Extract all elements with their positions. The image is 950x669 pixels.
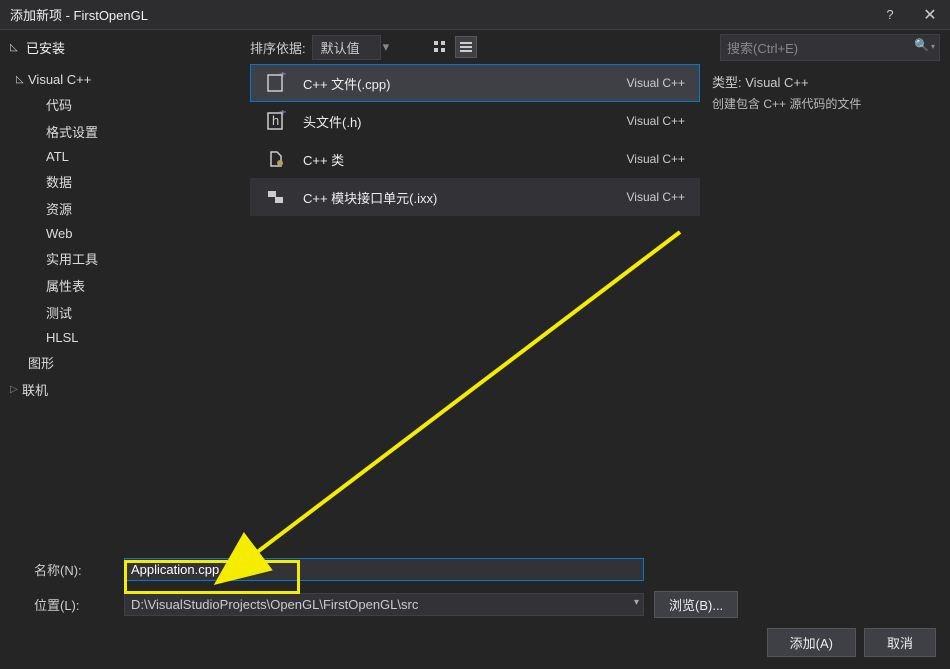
detail-panel: 类型: Visual C++ 创建包含 C++ 源代码的文件 — [700, 64, 950, 564]
sidebar-item-web[interactable]: Web — [10, 222, 250, 245]
grid-icon — [433, 40, 447, 54]
name-label: 名称(N): — [14, 560, 124, 579]
help-button[interactable]: ? — [870, 7, 910, 22]
close-button[interactable]: ✕ — [910, 5, 950, 25]
template-item-module[interactable]: C++ 模块接口单元(.ixx) Visual C++ — [250, 178, 700, 216]
search-input[interactable]: 搜索(Ctrl+E) 🔍 — [720, 34, 940, 61]
sort-label: 排序依据: — [250, 38, 306, 57]
name-input[interactable] — [124, 558, 644, 581]
template-item-cpp[interactable]: ++ C++ 文件(.cpp) Visual C++ — [250, 64, 700, 102]
detail-type-label: 类型: — [712, 75, 742, 90]
window-title: 添加新项 - FirstOpenGL — [10, 5, 148, 24]
module-icon — [265, 186, 287, 208]
search-icon[interactable]: 🔍 — [914, 38, 935, 52]
sidebar-item-graphics[interactable]: 图形 — [10, 349, 250, 376]
view-list-button[interactable] — [455, 36, 477, 58]
sidebar-item-hlsl[interactable]: HLSL — [10, 326, 250, 349]
sidebar-item-data[interactable]: 数据 — [10, 168, 250, 195]
template-list: ++ C++ 文件(.cpp) Visual C++ h++ 头文件(.h) V… — [250, 64, 700, 564]
sort-dropdown[interactable]: 默认值 — [312, 35, 381, 60]
template-item-class[interactable]: C++ 类 Visual C++ — [250, 140, 700, 178]
sidebar: Visual C++ 代码 格式设置 ATL 数据 资源 Web 实用工具 属性… — [0, 64, 250, 564]
sidebar-item-atl[interactable]: ATL — [10, 145, 250, 168]
template-item-header[interactable]: h++ 头文件(.h) Visual C++ — [250, 102, 700, 140]
location-input[interactable]: D:\VisualStudioProjects\OpenGL\FirstOpen… — [124, 593, 644, 616]
detail-description: 创建包含 C++ 源代码的文件 — [712, 95, 938, 112]
cancel-button[interactable]: 取消 — [864, 628, 936, 657]
sidebar-header-installed[interactable]: 已安装 — [26, 38, 65, 57]
bottom-panel: 名称(N): 位置(L): D:\VisualStudioProjects\Op… — [0, 548, 950, 669]
toolbar: 已安装 排序依据: 默认值 ▾ 搜索(Ctrl+E) 🔍 — [0, 30, 950, 64]
svg-text:++: ++ — [279, 110, 287, 119]
sidebar-item-format[interactable]: 格式设置 — [10, 118, 250, 145]
sidebar-item-code[interactable]: 代码 — [10, 91, 250, 118]
header-file-icon: h++ — [265, 110, 287, 132]
add-button[interactable]: 添加(A) — [767, 628, 856, 657]
cpp-file-icon: ++ — [265, 72, 287, 94]
sidebar-item-propsheet[interactable]: 属性表 — [10, 272, 250, 299]
view-grid-button[interactable] — [429, 36, 451, 58]
chevron-down-icon[interactable]: ▾ — [634, 597, 639, 608]
location-label: 位置(L): — [14, 595, 124, 614]
detail-type-value: Visual C++ — [745, 75, 808, 90]
list-icon — [459, 40, 473, 54]
browse-button[interactable]: 浏览(B)... — [654, 591, 738, 618]
sidebar-item-resource[interactable]: 资源 — [10, 195, 250, 222]
titlebar: 添加新项 - FirstOpenGL ? ✕ — [0, 0, 950, 30]
sidebar-item-online[interactable]: 联机 — [10, 376, 250, 403]
class-icon — [265, 148, 287, 170]
sort-value: 默认值 — [321, 41, 360, 56]
sidebar-item-vcpp[interactable]: Visual C++ — [10, 68, 250, 91]
sidebar-item-test[interactable]: 测试 — [10, 299, 250, 326]
sidebar-item-utility[interactable]: 实用工具 — [10, 245, 250, 272]
chevron-down-icon[interactable]: ▾ — [383, 39, 390, 55]
search-placeholder: 搜索(Ctrl+E) — [727, 41, 798, 56]
svg-text:++: ++ — [279, 72, 287, 81]
